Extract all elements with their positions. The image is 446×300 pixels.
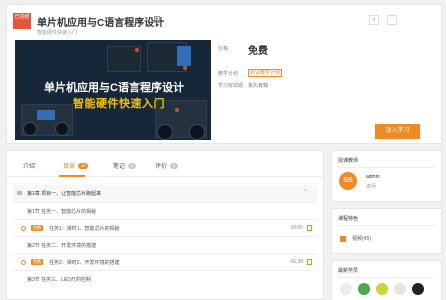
section-title: 第1节 任务一、智能芯片的揭秘	[27, 209, 97, 215]
tab-label: 目录	[63, 164, 76, 170]
features-card: 课程特色 视频(45)	[331, 208, 442, 254]
feature-video-count: 视频(45)	[352, 236, 371, 242]
component-image	[177, 46, 191, 66]
lesson-list: 第1章 项目一、让智能芯片跑起来 − 第1节 任务一、智能芯片的揭秘 免费 任务…	[13, 185, 317, 287]
plan-label: 教学计划	[218, 71, 239, 77]
section-row: 第1节 任务一、智能芯片的揭秘	[13, 202, 317, 219]
page-title: 单片机应用与C语言程序设计	[37, 18, 165, 29]
progress-circle-icon	[21, 260, 26, 265]
video-icon	[340, 236, 346, 242]
section-title: 第2节 任务二、开发环境的搭建	[27, 243, 97, 249]
lesson-row[interactable]: 免费 任务2：课时2、开发环境的搭建 06:30	[13, 253, 317, 270]
plan-select[interactable]: 默认教学计划	[248, 69, 282, 77]
video-icon	[307, 259, 312, 265]
led-dot	[183, 66, 187, 70]
avatar[interactable]	[412, 283, 424, 295]
chapter-title: 第1章 项目一、让智能芯片跑起来	[27, 191, 102, 197]
tab-reviews[interactable]: 评价 0	[155, 161, 179, 170]
share-icon[interactable]: ⇪	[369, 15, 379, 25]
cover-title: 单片机应用与C语言程序设计	[44, 82, 184, 94]
section-row: 第3节 任务三、LED灯的控制	[13, 270, 317, 287]
progress-circle-icon	[21, 226, 26, 231]
tab-label: 介绍	[23, 164, 36, 170]
wheel-shape	[23, 122, 37, 136]
avatar[interactable]: SS	[339, 172, 357, 190]
chapter-row[interactable]: 第1章 项目一、让智能芯片跑起来 −	[13, 185, 317, 202]
teacher-card: 授课教师 SS admin 讲师	[331, 150, 442, 202]
wheel-shape	[189, 124, 205, 140]
collapse-icon[interactable]: −	[303, 188, 307, 194]
divider	[338, 277, 435, 278]
count-badge: 0	[128, 163, 137, 169]
course-subtitle: 智能硬件快速入门	[37, 30, 78, 36]
video-icon	[307, 225, 312, 231]
avatar[interactable]	[376, 283, 388, 295]
bookmark-icon[interactable]	[154, 16, 160, 23]
tab-notes[interactable]: 笔记 0	[113, 161, 137, 170]
tab-label: 笔记	[113, 164, 126, 170]
status-badge: 已完结	[13, 13, 31, 29]
free-badge: 免费	[31, 259, 43, 265]
wheel-shape	[157, 124, 173, 140]
avatar[interactable]	[340, 283, 352, 295]
price-label: 价格	[218, 46, 229, 52]
count-badge: 45	[78, 163, 89, 169]
free-badge: 免费	[31, 225, 43, 231]
lesson-duration: 10:05	[290, 225, 303, 231]
section-row: 第2节 任务二、开发环境的搭建	[13, 236, 317, 253]
teacher-heading: 授课教师	[338, 158, 359, 164]
active-tab-indicator	[59, 175, 85, 177]
section-title: 第3节 任务三、LED灯的控制	[27, 277, 91, 283]
course-tabs: 介绍 目录 45 笔记 0 评价 0	[7, 151, 323, 177]
lesson-title[interactable]: 任务1：课时1、智能芯片的揭秘	[49, 225, 120, 232]
divider	[338, 225, 435, 226]
course-page: 已完结 单片机应用与C语言程序设计 智能硬件快速入门 ⇪ ♡ 单片机应用与C语言…	[6, 4, 442, 300]
course-header-card: 已完结 单片机应用与C语言程序设计 智能硬件快速入门 ⇪ ♡ 单片机应用与C语言…	[6, 4, 442, 144]
lesson-title[interactable]: 任务2：课时2、开发环境的搭建	[49, 259, 120, 266]
component-image	[37, 110, 55, 120]
period-label: 学习有效期	[218, 83, 244, 89]
teacher-name[interactable]: admin	[366, 174, 380, 180]
avatar[interactable]	[358, 283, 370, 295]
avatar[interactable]	[394, 283, 406, 295]
divider	[338, 167, 435, 168]
lesson-duration: 06:30	[290, 259, 303, 265]
students-card: 最新学员	[331, 260, 442, 300]
wheel-shape	[55, 122, 69, 136]
tab-intro[interactable]: 介绍	[23, 161, 35, 170]
join-course-button[interactable]: 加入学习	[375, 124, 420, 139]
students-heading: 最新学员	[338, 268, 359, 274]
course-content-panel: 介绍 目录 45 笔记 0 评价 0 第1章 项目一、让智能芯片跑起来 − 第1节 任…	[6, 150, 324, 300]
heart-icon[interactable]: ♡	[387, 15, 397, 25]
features-heading: 课程特色	[338, 216, 359, 222]
tab-catalog[interactable]: 目录 45	[63, 161, 89, 170]
period-value: 永久有效	[248, 83, 269, 89]
cover-subtitle: 智能硬件快速入门	[73, 98, 165, 110]
led-dot	[135, 48, 139, 52]
chapter-icon	[17, 191, 22, 195]
teacher-role: 讲师	[366, 184, 377, 190]
tab-label: 评价	[155, 164, 168, 170]
course-cover-image: 单片机应用与C语言程序设计 智能硬件快速入门	[15, 40, 211, 140]
lesson-row[interactable]: 免费 任务1：课时1、智能芯片的揭秘 10:05	[13, 219, 317, 236]
count-badge: 0	[170, 163, 179, 169]
price-value: 免费	[248, 46, 268, 57]
